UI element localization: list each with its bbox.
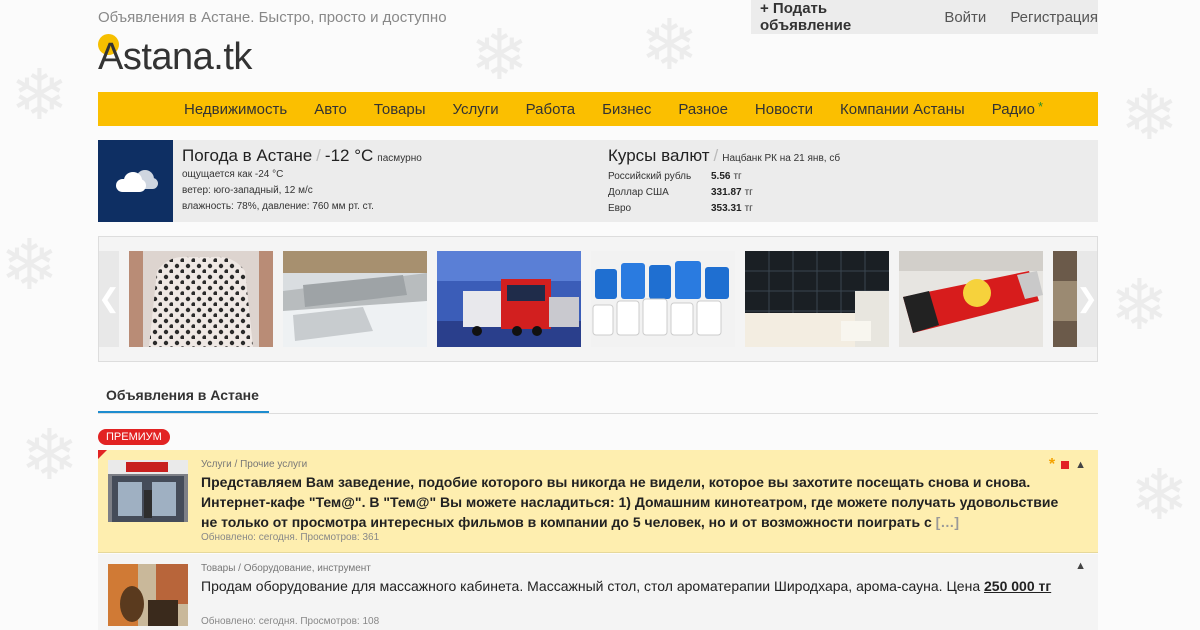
weather-condition: пасмурно (377, 153, 422, 164)
currency-unit: тг (744, 187, 753, 198)
currency-value: 353.31 (711, 203, 742, 214)
currency-title[interactable]: Курсы валют (608, 146, 710, 165)
snowflake-decoration: ❄ (1120, 74, 1179, 156)
menu-item-radio[interactable]: Радио * (991, 98, 1044, 118)
currency-table: Российский рубль 5.56 тг Доллар США 331.87 т… (608, 169, 840, 217)
ad-thumbnail[interactable] (108, 460, 188, 522)
tab-divider (98, 413, 1098, 414)
snowflake-decoration: ❄ (10, 54, 69, 136)
ad-item[interactable]: Товары / Оборудование, инструмент Продам… (98, 554, 1098, 630)
currency-source: Нацбанк РК на 21 янв, сб (722, 153, 841, 164)
login-link[interactable]: Войти (944, 9, 986, 26)
ad-description[interactable]: Представляем Вам заведение, подобие кото… (201, 472, 1071, 532)
carousel-thumb-containers[interactable] (591, 251, 735, 347)
menu-item-companies[interactable]: Компании Астаны (840, 101, 965, 118)
weather-wind: ветер: юго-западный, 12 м/с (182, 185, 313, 196)
snowflake-decoration: ❄ (470, 14, 529, 96)
snowflake-decoration: ❄ (20, 414, 79, 496)
ad-actions: ▲ (1075, 560, 1086, 572)
snowflake-decoration: ❄ (640, 4, 699, 86)
premium-corner-icon (98, 450, 107, 459)
ad-description[interactable]: Продам оборудование для массажного кабин… (201, 578, 1051, 594)
premium-badge: ПРЕМИУМ (98, 429, 170, 445)
report-square-icon[interactable] (1061, 461, 1070, 469)
ad-category[interactable]: Товары / Оборудование, инструмент (201, 563, 371, 574)
currency-row: Евро 353.31 тг (608, 201, 840, 217)
currency-unit: тг (744, 203, 753, 214)
carousel-next-icon[interactable]: ❯ (1076, 251, 1098, 347)
ad-description-text: Продам оборудование для массажного кабин… (201, 578, 981, 594)
currency-value: 5.56 (711, 171, 731, 182)
menu-item-jobs[interactable]: Работа (526, 101, 576, 118)
up-arrow-icon[interactable]: ▲ (1075, 560, 1086, 572)
add-ad-link[interactable]: + Подать объявление (760, 0, 920, 34)
currency-value: 331.87 (711, 187, 742, 198)
carousel-thumb-partial[interactable] (1053, 251, 1077, 347)
menu-item-radio-label: Радио (991, 100, 1036, 118)
currency-name: Доллар США (608, 187, 669, 198)
site-logo[interactable]: Astana.tk (98, 36, 252, 79)
register-link[interactable]: Регистрация (1010, 9, 1098, 26)
site-tagline: Объявления в Астане. Быстро, просто и до… (98, 9, 447, 26)
photo-carousel: ❮ ❯ (98, 236, 1098, 362)
carousel-thumb-blouse[interactable] (129, 251, 273, 347)
weather-icon-box (98, 140, 173, 222)
up-arrow-icon[interactable]: ▲ (1075, 459, 1086, 471)
currency-name: Российский рубль (608, 171, 692, 182)
carousel-thumb-bathroom[interactable] (745, 251, 889, 347)
currency-title-row: Курсы валют / Нацбанк РК на 21 янв, сб (608, 146, 841, 165)
menu-item-goods[interactable]: Товары (374, 101, 426, 118)
menu-item-realty[interactable]: Недвижимость (184, 101, 287, 118)
currency-unit: тг (733, 171, 742, 182)
ad-description-text: Представляем Вам заведение, подобие кото… (201, 474, 1059, 530)
menu-item-misc[interactable]: Разное (678, 101, 728, 118)
tab-ads-astana[interactable]: Объявления в Астане (98, 378, 269, 414)
weather-feels: ощущается как -24 °C (182, 169, 284, 180)
menu-item-news[interactable]: Новости (755, 101, 813, 118)
ad-category[interactable]: Услуги / Прочие услуги (201, 459, 307, 470)
currency-block: Курсы валют / Нацбанк РК на 21 янв, сб Рос… (608, 146, 840, 217)
ad-price[interactable]: 250 000 тг (984, 578, 1051, 594)
carousel-thumb-trucks[interactable] (437, 251, 581, 347)
menu-item-business[interactable]: Бизнес (602, 101, 651, 118)
favorite-star-icon[interactable]: * (1049, 456, 1055, 474)
ad-thumbnail[interactable] (108, 564, 188, 626)
ad-item-premium[interactable]: Услуги / Прочие услуги Представляем Вам … (98, 450, 1098, 553)
currency-row: Российский рубль 5.56 тг (608, 169, 840, 185)
main-menu: Недвижимость Авто Товары Услуги Работа Б… (98, 92, 1098, 126)
menu-item-services[interactable]: Услуги (453, 101, 499, 118)
weather-block: Погода в Астане / -12 °C пасмурно ощущается… (182, 146, 422, 214)
weather-title-row: Погода в Астане / -12 °C пасмурно (182, 146, 422, 165)
top-nav: + Подать объявление Войти Регистрация (751, 0, 1098, 34)
carousel-thumb-foam-can[interactable] (899, 251, 1043, 347)
ad-actions: * ▲ (1049, 456, 1086, 474)
radio-star-icon: * (1038, 98, 1044, 114)
ad-meta: Обновлено: сегодня. Просмотров: 361 (201, 532, 380, 543)
currency-row: Доллар США 331.87 тг (608, 185, 840, 201)
carousel-prev-icon[interactable]: ❮ (98, 251, 120, 347)
snowflake-decoration: ❄ (0, 224, 59, 306)
menu-item-auto[interactable]: Авто (314, 101, 347, 118)
currency-name: Евро (608, 203, 632, 214)
weather-title[interactable]: Погода в Астане (182, 146, 312, 165)
carousel-thumb-concrete[interactable] (283, 251, 427, 347)
logo-text: Astana.tk (98, 36, 252, 78)
snowflake-decoration: ❄ (1130, 454, 1189, 536)
ad-meta: Обновлено: сегодня. Просмотров: 108 (201, 616, 380, 627)
weather-humidity: влажность: 78%, давление: 760 мм рт. ст. (182, 201, 374, 212)
snowflake-decoration: ❄ (1110, 264, 1169, 346)
cloud-icon (114, 170, 158, 192)
info-panel: Погода в Астане / -12 °C пасмурно ощущается… (98, 140, 1098, 222)
weather-temp: -12 °C (324, 146, 374, 165)
ad-more-link[interactable]: […] (936, 514, 959, 530)
